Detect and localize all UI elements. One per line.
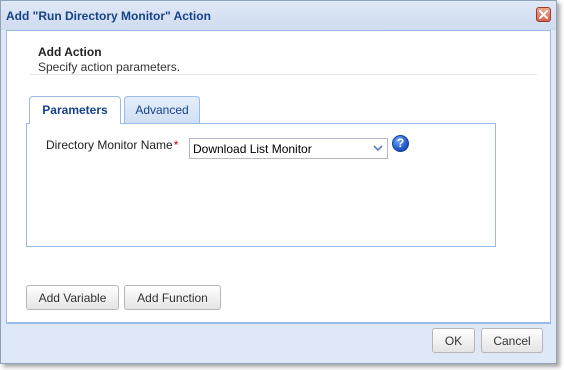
directory-monitor-value: Download List Monitor [193,142,312,156]
tab-parameters[interactable]: Parameters [29,96,121,124]
chevron-down-icon [373,145,383,152]
help-icon[interactable]: ? [392,135,409,152]
add-variable-button[interactable]: Add Variable [26,285,119,310]
close-button[interactable] [536,7,551,22]
close-icon [539,10,548,19]
directory-monitor-label: Directory Monitor Name* [46,138,178,152]
dialog-title: Add "Run Directory Monitor" Action [6,9,211,23]
footer-divider [6,323,551,324]
dropdown-trigger[interactable] [369,139,387,158]
title-bar[interactable]: Add "Run Directory Monitor" Action [1,1,556,30]
cancel-button[interactable]: Cancel [481,328,543,353]
dialog-window: Add "Run Directory Monitor" Action Add A… [0,0,557,364]
required-marker: * [173,138,179,152]
header-divider [30,74,537,75]
directory-monitor-select[interactable]: Download List Monitor [189,138,388,159]
ok-button[interactable]: OK [432,328,475,353]
add-function-button[interactable]: Add Function [124,285,221,310]
section-subtitle: Specify action parameters. [38,60,181,74]
directory-monitor-label-text: Directory Monitor Name [46,138,173,152]
tab-advanced[interactable]: Advanced [124,96,200,123]
dialog-body: Add Action Specify action parameters. Pa… [6,30,551,323]
parameters-panel: Directory Monitor Name* Download List Mo… [26,123,496,247]
section-title: Add Action [38,45,102,59]
